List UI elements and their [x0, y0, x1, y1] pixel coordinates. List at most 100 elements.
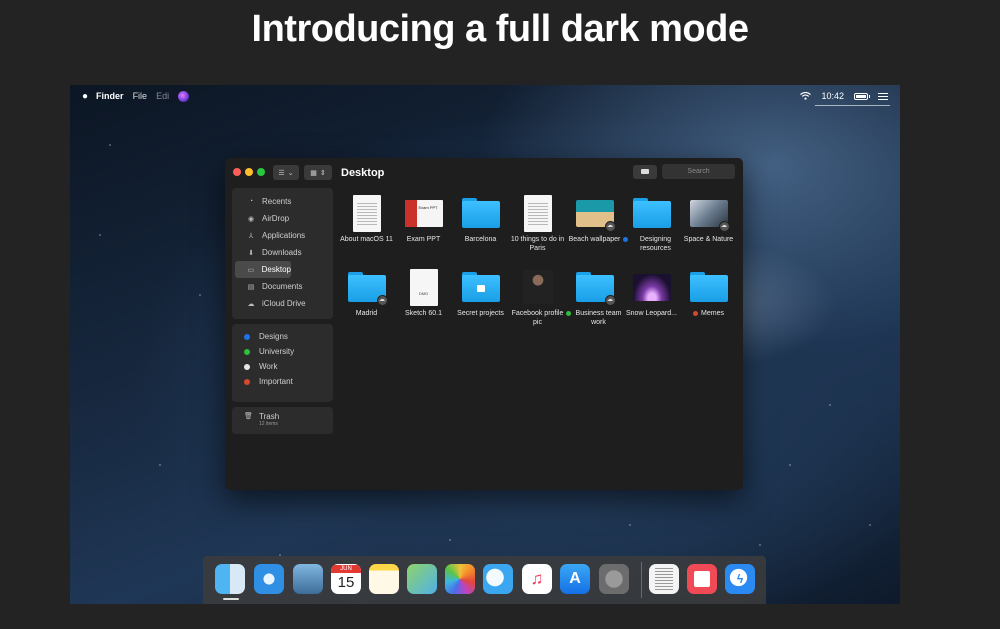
- news-icon: [694, 571, 710, 587]
- tag-color-dot: [244, 348, 250, 355]
- sidebar-tag-important[interactable]: Important: [232, 374, 333, 389]
- file-name: Madrid: [355, 310, 378, 317]
- file-item[interactable]: Designing resources: [623, 194, 680, 253]
- news-app-icon[interactable]: [687, 564, 717, 594]
- slide-title: Exam PPT: [418, 204, 438, 210]
- list-view-button[interactable]: ☰ ⌄: [273, 165, 299, 180]
- file-name: Sketch 60.1: [405, 310, 442, 317]
- file-item[interactable]: Snow Leopard...: [623, 268, 680, 318]
- file-label: Madrid: [356, 309, 377, 318]
- documents-icon: ▤: [247, 283, 255, 291]
- minimize-button[interactable]: [245, 168, 253, 176]
- file-name: About macOS 11: [340, 236, 393, 243]
- snow-leopard-image: [632, 273, 671, 301]
- safari-app-icon[interactable]: [254, 564, 284, 594]
- sidebar-tag-work[interactable]: Work: [232, 359, 333, 374]
- chevron-down-icon: ⌄: [287, 169, 294, 177]
- menu-edit[interactable]: Edi: [156, 91, 169, 101]
- file-item[interactable]: DMG Sketch 60.1: [395, 268, 452, 318]
- file-item[interactable]: ☁ Beach wallpaper: [566, 194, 623, 244]
- file-thumbnail: [518, 194, 558, 232]
- file-item[interactable]: About macOS 11: [338, 194, 395, 244]
- messenger-app-icon[interactable]: ϟ: [725, 564, 755, 594]
- file-thumbnail: [461, 194, 501, 232]
- sidebar-item-label: AirDrop: [262, 214, 290, 223]
- finder-app-icon[interactable]: [215, 564, 245, 594]
- file-name: Space & Nature: [683, 236, 734, 243]
- menu-bar: ● Finder File Edi 10:42: [70, 85, 900, 107]
- finder-running-indicator: [223, 598, 239, 600]
- file-name: Exam PPT: [406, 236, 441, 243]
- calendar-app-icon[interactable]: JUN 15: [331, 564, 361, 594]
- applications-icon: ⅄: [248, 232, 254, 240]
- notification-center-icon[interactable]: [878, 92, 888, 100]
- file-item[interactable]: Secret projects: [452, 268, 509, 318]
- maps-app-icon[interactable]: [407, 564, 437, 594]
- file-name: Designing resources: [639, 236, 672, 252]
- desktop-screen: ● Finder File Edi 10:42 ☰ ⌄ ▦ ⇕ Desktop …: [70, 85, 900, 604]
- calendar-month: JUN: [331, 565, 361, 573]
- app-store-app-icon[interactable]: A: [560, 564, 590, 594]
- file-label: About macOS 11: [340, 235, 393, 244]
- file-label: Snow Leopard...: [626, 309, 677, 318]
- close-button[interactable]: [233, 168, 241, 176]
- sidebar-item-recents[interactable]: ◔ Recents: [235, 193, 330, 210]
- preview-app-icon[interactable]: [293, 564, 323, 594]
- tag-color-dot: [623, 237, 628, 242]
- document-app-icon[interactable]: [649, 564, 679, 594]
- file-item[interactable]: ☁ Business team work: [566, 268, 623, 327]
- file-item[interactable]: Facebook profile pic: [509, 268, 566, 327]
- messages-app-icon[interactable]: [483, 564, 513, 594]
- sidebar-item-desktop[interactable]: ▭ Desktop: [235, 261, 291, 278]
- menu-clock[interactable]: 10:42: [821, 91, 844, 101]
- zoom-button[interactable]: [257, 168, 265, 176]
- sidebar-trash[interactable]: 🗑 Trash 12 items: [232, 407, 333, 434]
- file-item[interactable]: Exam PPT Exam PPT: [395, 194, 452, 244]
- file-thumbnail: ☁: [575, 194, 616, 232]
- sidebar-item-downloads[interactable]: ⬇ Downloads: [235, 244, 330, 261]
- folder-icon: [632, 198, 671, 228]
- sidebar-item-label: Documents: [262, 282, 303, 291]
- file-thumbnail: [632, 268, 672, 306]
- file-item[interactable]: ☁ Madrid: [338, 268, 395, 318]
- menu-file[interactable]: File: [133, 91, 148, 101]
- music-app-icon[interactable]: ♫: [522, 564, 552, 594]
- tag-color-dot: [244, 333, 250, 340]
- tag-button[interactable]: [633, 165, 657, 179]
- icon-view-button[interactable]: ▦ ⇕: [304, 165, 332, 180]
- system-preferences-app-icon[interactable]: [599, 564, 629, 594]
- sidebar-item-applications[interactable]: ⅄ Applications: [235, 227, 330, 244]
- installer-document-icon: DMG: [409, 268, 438, 306]
- sidebar-item-icloud-drive[interactable]: ☁ iCloud Drive: [235, 295, 330, 312]
- profile-photo: [522, 270, 553, 304]
- sidebar-item-documents[interactable]: ▤ Documents: [235, 278, 330, 295]
- slide-accent: [404, 199, 417, 227]
- photos-app-icon[interactable]: [445, 564, 475, 594]
- wifi-icon[interactable]: [800, 92, 812, 100]
- apple-menu-icon[interactable]: ●: [82, 91, 88, 102]
- file-thumbnail: ☁: [689, 194, 730, 232]
- search-input[interactable]: [662, 164, 735, 179]
- sidebar-item-label: Applications: [262, 231, 306, 240]
- trash-count: 12 items: [259, 421, 278, 427]
- file-thumbnail: Exam PPT: [404, 194, 444, 232]
- menubar-underline: [815, 105, 890, 106]
- file-item[interactable]: Barcelona: [452, 194, 509, 244]
- notes-app-icon[interactable]: [369, 564, 399, 594]
- file-item[interactable]: Memes: [680, 268, 737, 318]
- menu-app-finder[interactable]: Finder: [96, 91, 124, 101]
- file-label: Beach wallpaper: [569, 235, 621, 244]
- sidebar-item-airdrop[interactable]: ◉ AirDrop: [235, 210, 330, 227]
- cloud-icon: ☁: [247, 300, 255, 308]
- sidebar-tag-designs[interactable]: Designs: [232, 329, 333, 344]
- file-name: Secret projects: [457, 310, 504, 317]
- file-thumbnail: [632, 194, 672, 232]
- siri-icon[interactable]: [178, 90, 190, 102]
- dock: JUN 15 ♫ Aϟ: [203, 556, 766, 604]
- locked-folder-icon: [461, 272, 500, 302]
- file-thumbnail: ☁: [575, 268, 616, 306]
- sidebar-tag-university[interactable]: University: [232, 344, 333, 359]
- battery-icon[interactable]: [854, 92, 870, 100]
- file-item[interactable]: ☁ Space & Nature: [680, 194, 737, 244]
- file-item[interactable]: 10 things to do in Paris: [509, 194, 566, 253]
